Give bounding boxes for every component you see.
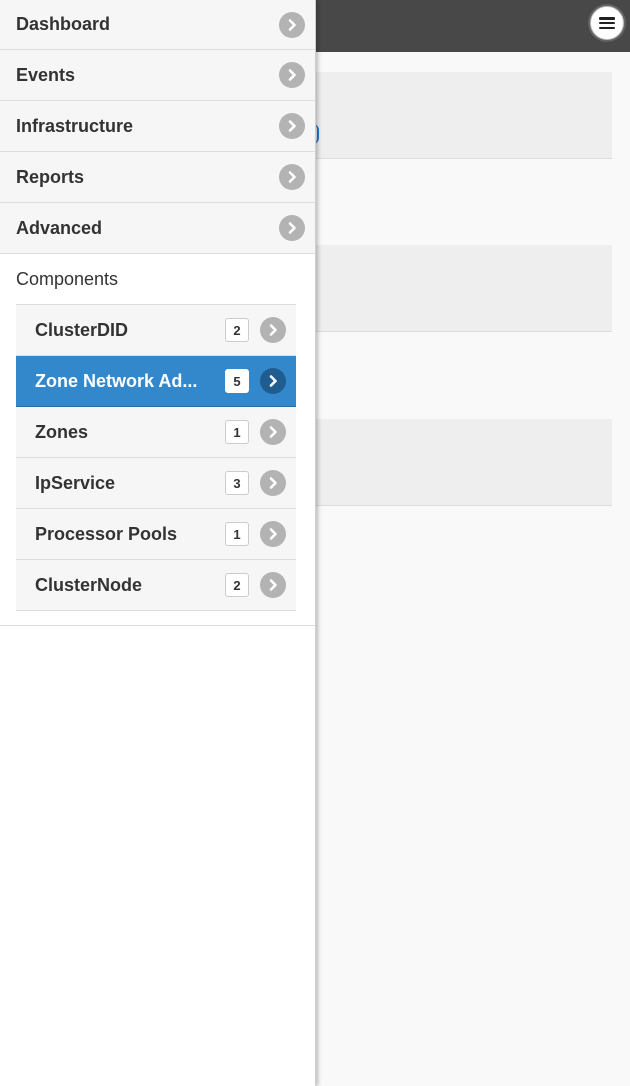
chevron-right-icon: [260, 419, 286, 445]
main-nav-list: Dashboard Events Infrastructure Reports …: [0, 0, 315, 254]
nav-item-infrastructure[interactable]: Infrastructure: [0, 101, 315, 152]
component-label: Zone Network Ad...: [35, 370, 198, 391]
components-section: Components ClusterDID 2 Zone Network Ad.…: [0, 254, 315, 626]
nav-item-label: Advanced: [16, 217, 103, 238]
component-item-clusternode[interactable]: ClusterNode 2: [16, 560, 296, 611]
navigation-panel: Dashboard Events Infrastructure Reports …: [0, 0, 316, 1086]
component-item-zones[interactable]: Zones 1: [16, 407, 296, 458]
component-item-zone-network-address[interactable]: Zone Network Ad... 5: [16, 356, 296, 407]
component-label: ClusterNode: [35, 574, 143, 595]
background-card: [316, 419, 612, 506]
components-list: ClusterDID 2 Zone Network Ad... 5 Zones …: [16, 304, 296, 611]
nav-item-events[interactable]: Events: [0, 50, 315, 101]
chevron-right-icon: [260, 521, 286, 547]
component-item-ipservice[interactable]: IpService 3: [16, 458, 296, 509]
count-badge: 5: [225, 369, 249, 393]
nav-item-dashboard[interactable]: Dashboard: [0, 0, 315, 50]
count-badge: 3: [225, 471, 249, 495]
nav-item-advanced[interactable]: Advanced: [0, 203, 315, 254]
chevron-right-icon: [279, 164, 305, 190]
component-label: IpService: [35, 472, 116, 493]
menu-button[interactable]: [590, 6, 624, 40]
chevron-right-icon: [260, 368, 286, 394]
component-label: Zones: [35, 421, 89, 442]
nav-item-label: Events: [16, 64, 76, 85]
nav-item-reports[interactable]: Reports: [0, 152, 315, 203]
chevron-right-icon: [279, 215, 305, 241]
chevron-right-icon: [260, 470, 286, 496]
chevron-right-icon: [279, 11, 305, 38]
hamburger-menu-icon: [599, 17, 615, 29]
count-badge: 2: [225, 318, 249, 342]
component-label: ClusterDID: [35, 319, 129, 340]
chevron-right-icon: [279, 113, 305, 139]
component-item-clusterdid[interactable]: ClusterDID 2: [16, 305, 296, 356]
count-badge: 1: [225, 420, 249, 444]
chevron-right-icon: [260, 572, 286, 598]
chevron-right-icon: [279, 62, 305, 88]
nav-item-label: Reports: [16, 166, 85, 187]
nav-item-label: Dashboard: [16, 14, 111, 34]
components-heading: Components: [16, 269, 119, 289]
background-card: [316, 245, 612, 332]
count-badge: 2: [225, 573, 249, 597]
chevron-right-icon: [260, 317, 286, 343]
nav-item-label: Infrastructure: [16, 115, 134, 136]
count-badge: 1: [225, 522, 249, 546]
background-card: [316, 72, 612, 159]
component-item-processor-pools[interactable]: Processor Pools 1: [16, 509, 296, 560]
component-label: Processor Pools: [35, 523, 178, 544]
